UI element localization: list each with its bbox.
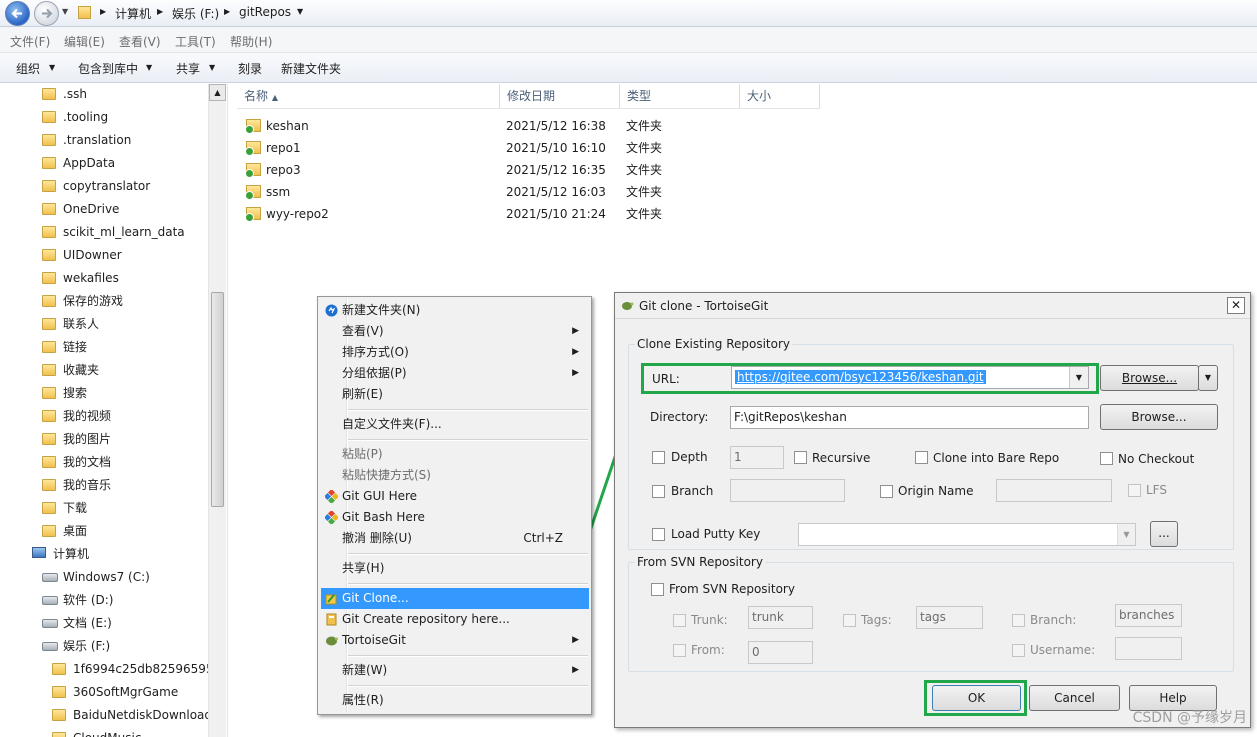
menu-git-clone[interactable]: Git Clone... — [321, 588, 589, 609]
menu-separator — [348, 439, 588, 441]
recursive-checkbox[interactable] — [794, 451, 807, 464]
undo-shortcut: Ctrl+Z — [523, 531, 563, 545]
submenu-arrow-icon: ▶ — [572, 326, 579, 336]
svn-branch-checkbox[interactable] — [1012, 614, 1025, 627]
menu-undo-delete[interactable]: 撤消 删除(U) Ctrl+Z — [321, 528, 589, 549]
svn-group-title: From SVN Repository — [635, 555, 765, 569]
branch-checkbox[interactable] — [652, 485, 665, 498]
browse-directory-button[interactable]: Browse... — [1100, 404, 1218, 430]
putty-dropdown-icon[interactable]: ▼ — [1117, 524, 1135, 545]
submenu-arrow-icon: ▶ — [572, 368, 579, 378]
menu-customize-folder[interactable]: 自定义文件夹(F)... — [321, 414, 589, 435]
tortoisegit-icon — [326, 636, 338, 646]
tags-checkbox[interactable] — [843, 614, 856, 627]
branches-input[interactable]: branches — [1115, 604, 1182, 627]
menu-group[interactable]: 分组依据(P) ▶ — [321, 363, 589, 384]
tags-input[interactable]: tags — [916, 606, 983, 629]
recursive-label: Recursive — [812, 451, 871, 465]
depth-checkbox[interactable] — [652, 451, 665, 464]
menu-tortoisegit[interactable]: TortoiseGit ▶ — [321, 630, 589, 651]
menu-git-bash[interactable]: Git Bash Here — [321, 507, 589, 528]
cancel-button[interactable]: Cancel — [1029, 685, 1120, 711]
menu-separator — [348, 553, 588, 555]
no-checkout-label: No Checkout — [1118, 452, 1195, 466]
from-input[interactable]: 0 — [748, 641, 813, 664]
origin-name-label: Origin Name — [898, 484, 974, 498]
ok-highlight-box — [924, 680, 1027, 716]
username-checkbox[interactable] — [1012, 644, 1025, 657]
tortoisegit-icon — [622, 302, 634, 310]
depth-input[interactable]: 1 — [730, 446, 784, 469]
url-highlight-box — [641, 363, 1099, 394]
from-label: From: — [691, 643, 725, 657]
create-repository-icon — [326, 613, 337, 626]
git-clone-icon — [325, 594, 337, 605]
git-bash-icon — [325, 511, 338, 524]
git-clone-dialog: Git clone - TortoiseGit ✕ Clone Existing… — [614, 292, 1251, 728]
menu-properties[interactable]: 属性(R) — [321, 690, 589, 711]
tags-label: Tags: — [861, 613, 892, 627]
origin-name-checkbox[interactable] — [880, 485, 893, 498]
dialog-title: Git clone - TortoiseGit — [615, 293, 1250, 319]
submenu-arrow-icon: ▶ — [572, 347, 579, 357]
menu-separator — [348, 655, 588, 657]
menu-separator — [348, 685, 588, 687]
svn-branch-label: Branch: — [1030, 613, 1077, 627]
trunk-input[interactable]: trunk — [748, 606, 813, 629]
menu-new[interactable]: 新建(W) ▶ — [321, 660, 589, 681]
browse-url-button[interactable]: Browse... — [1100, 365, 1199, 391]
username-label: Username: — [1030, 643, 1096, 657]
menu-git-create-repo[interactable]: Git Create repository here... — [321, 609, 589, 630]
username-input[interactable] — [1115, 637, 1182, 660]
bare-repo-checkbox[interactable] — [915, 451, 928, 464]
menu-new-folder[interactable]: 新建文件夹(N) — [321, 300, 589, 321]
menu-sort[interactable]: 排序方式(O) ▶ — [321, 342, 589, 363]
svn-label: From SVN Repository — [669, 582, 795, 596]
directory-label: Directory: — [650, 410, 709, 424]
menu-share[interactable]: 共享(H) — [321, 558, 589, 579]
menu-git-gui[interactable]: Git GUI Here — [321, 486, 589, 507]
putty-key-label: Load Putty Key — [671, 527, 761, 541]
lfs-label: LFS — [1146, 483, 1167, 497]
menu-paste-shortcut[interactable]: 粘贴快捷方式(S) — [321, 465, 589, 486]
context-menu: 新建文件夹(N) 查看(V) ▶ 排序方式(O) ▶ 分组依据(P) ▶ 刷新(E) … — [317, 296, 592, 715]
directory-input[interactable]: F:\gitRepos\keshan — [730, 406, 1089, 429]
menu-separator — [348, 409, 588, 411]
menu-refresh[interactable]: 刷新(E) — [321, 384, 589, 405]
submenu-arrow-icon: ▶ — [572, 665, 579, 675]
depth-label: Depth — [671, 450, 708, 464]
svn-checkbox[interactable] — [651, 583, 664, 596]
clone-group-title: Clone Existing Repository — [635, 337, 793, 351]
trunk-label: Trunk: — [691, 613, 728, 627]
from-checkbox[interactable] — [673, 644, 686, 657]
browse-dropdown-icon[interactable]: ▼ — [1198, 365, 1218, 391]
branch-input[interactable] — [730, 479, 845, 502]
lfs-checkbox[interactable] — [1128, 484, 1141, 497]
bare-repo-label: Clone into Bare Repo — [933, 451, 1060, 465]
trunk-checkbox[interactable] — [673, 614, 686, 627]
menu-paste[interactable]: 粘贴(P) — [321, 444, 589, 465]
close-icon[interactable]: ✕ — [1227, 297, 1245, 314]
putty-key-checkbox[interactable] — [652, 528, 665, 541]
new-folder-icon — [325, 304, 338, 317]
branch-label: Branch — [671, 484, 714, 498]
no-checkout-checkbox[interactable] — [1100, 452, 1113, 465]
origin-name-input[interactable] — [996, 479, 1112, 502]
putty-key-select[interactable] — [798, 523, 1136, 546]
menu-view[interactable]: 查看(V) ▶ — [321, 321, 589, 342]
watermark: CSDN @予缘岁月 — [1132, 710, 1247, 726]
git-gui-icon — [325, 490, 338, 503]
submenu-arrow-icon: ▶ — [572, 635, 579, 645]
putty-browse-button[interactable]: ... — [1150, 521, 1178, 547]
menu-separator — [348, 583, 588, 585]
